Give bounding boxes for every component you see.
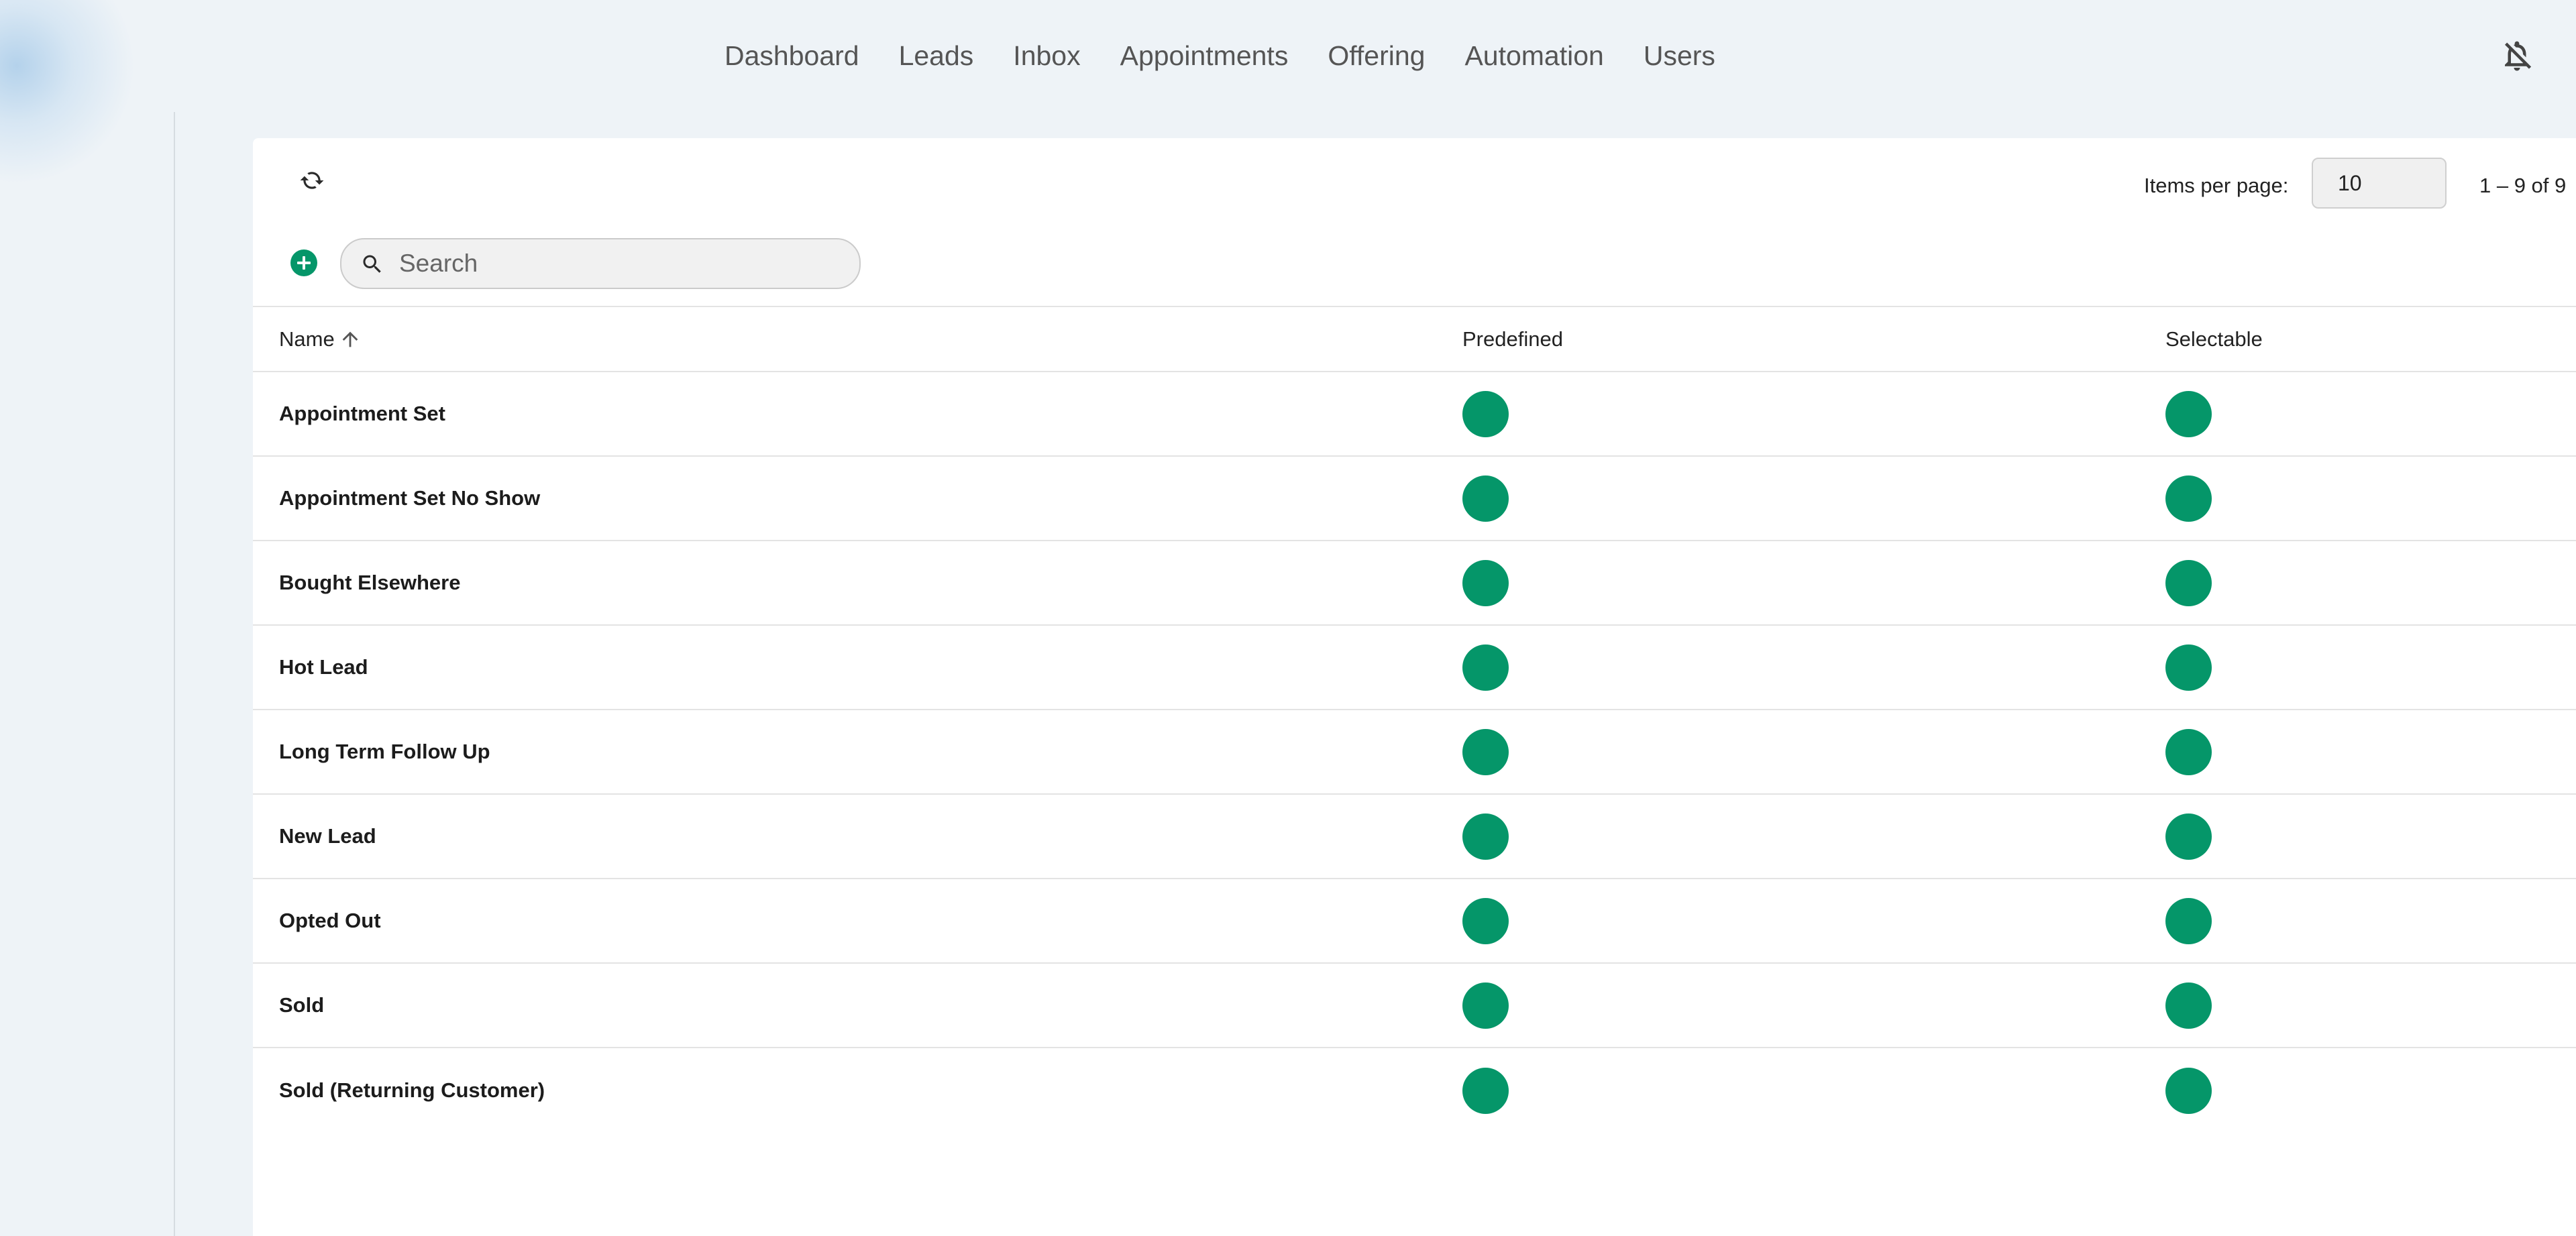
selectable-indicator <box>2165 559 2212 606</box>
selectable-cell <box>2139 813 2576 860</box>
row-name: Appointment Set <box>279 402 445 425</box>
table-row[interactable]: Appointment Set <box>253 372 2576 457</box>
selectable-indicator <box>2165 644 2212 691</box>
nav-item-inbox[interactable]: Inbox <box>1013 39 1080 72</box>
status-table: Name Predefined Selectable Appointment S… <box>253 306 2576 1133</box>
predefined-indicator <box>1462 813 1509 860</box>
predefined-cell <box>1436 728 2139 775</box>
selectable-cell <box>2139 559 2576 606</box>
nav-item-automation[interactable]: Automation <box>1464 39 1603 72</box>
search-input[interactable] <box>399 239 842 288</box>
predefined-cell <box>1436 644 2139 691</box>
items-per-page-label: Items per page: <box>2144 174 2289 197</box>
selectable-indicator <box>2165 1067 2212 1114</box>
predefined-cell <box>1436 475 2139 522</box>
selectable-indicator <box>2165 728 2212 775</box>
nav-item-dashboard[interactable]: Dashboard <box>724 39 859 72</box>
predefined-cell <box>1436 559 2139 606</box>
predefined-indicator <box>1462 644 1509 691</box>
predefined-indicator <box>1462 897 1509 944</box>
selectable-indicator <box>2165 813 2212 860</box>
refresh-button[interactable] <box>292 160 332 201</box>
background-glow <box>0 0 151 200</box>
nav-item-offering[interactable]: Offering <box>1328 39 1425 72</box>
table-row[interactable]: Sold (Returning Customer) <box>253 1048 2576 1133</box>
arrow-up-icon <box>339 328 362 351</box>
add-circle-icon <box>290 249 317 276</box>
table-row[interactable]: Sold <box>253 964 2576 1048</box>
pagination-range-label: 1 – 9 of 9 <box>2479 174 2567 197</box>
table-header: Name Predefined Selectable <box>253 306 2576 372</box>
selectable-cell <box>2139 982 2576 1029</box>
sidebar-divider <box>174 112 175 1236</box>
top-navigation: Dashboard Leads Inbox Appointments Offer… <box>724 39 1715 72</box>
selectable-indicator <box>2165 897 2212 944</box>
table-row[interactable]: Opted Out <box>253 879 2576 964</box>
items-per-page-value: 10 <box>2338 171 2362 195</box>
predefined-cell <box>1436 390 2139 437</box>
column-header-predefined[interactable]: Predefined <box>1436 327 2139 351</box>
table-row[interactable]: Bought Elsewhere <box>253 541 2576 626</box>
selectable-cell <box>2139 1067 2576 1114</box>
column-header-name-label: Name <box>279 327 335 351</box>
predefined-cell <box>1436 1067 2139 1114</box>
predefined-indicator <box>1462 1067 1509 1114</box>
selectable-indicator <box>2165 390 2212 437</box>
predefined-cell <box>1436 897 2139 944</box>
column-header-name[interactable]: Name <box>253 327 1436 351</box>
table-row[interactable]: Hot Lead <box>253 626 2576 710</box>
table-row[interactable]: Long Term Follow Up <box>253 710 2576 795</box>
row-name: Bought Elsewhere <box>279 571 461 594</box>
content-card: Items per page: 10 1 – 9 of 9 Name Prede… <box>253 138 2576 1236</box>
row-name: Hot Lead <box>279 655 368 679</box>
row-name: Sold <box>279 993 325 1017</box>
selectable-cell <box>2139 390 2576 437</box>
column-header-selectable-label: Selectable <box>2165 327 2263 351</box>
selectable-cell <box>2139 728 2576 775</box>
nav-item-users[interactable]: Users <box>1644 39 1715 72</box>
predefined-indicator <box>1462 728 1509 775</box>
items-per-page-select[interactable]: 10 <box>2312 158 2447 209</box>
selectable-indicator <box>2165 982 2212 1029</box>
predefined-indicator <box>1462 982 1509 1029</box>
row-name: Long Term Follow Up <box>279 740 490 763</box>
selectable-cell <box>2139 644 2576 691</box>
column-header-selectable[interactable]: Selectable <box>2139 327 2576 351</box>
selectable-cell <box>2139 897 2576 944</box>
row-name: Sold (Returning Customer) <box>279 1078 545 1102</box>
row-name: Opted Out <box>279 909 381 932</box>
notifications-off-icon <box>2505 41 2532 71</box>
row-name: Appointment Set No Show <box>279 486 541 510</box>
table-row[interactable]: New Lead <box>253 795 2576 879</box>
predefined-cell <box>1436 813 2139 860</box>
nav-item-leads[interactable]: Leads <box>899 39 974 72</box>
predefined-indicator <box>1462 390 1509 437</box>
selectable-cell <box>2139 475 2576 522</box>
selectable-indicator <box>2165 475 2212 522</box>
predefined-indicator <box>1462 475 1509 522</box>
column-header-predefined-label: Predefined <box>1462 327 1563 351</box>
table-row[interactable]: Appointment Set No Show <box>253 457 2576 541</box>
search-icon <box>360 252 384 276</box>
notifications-button[interactable] <box>2497 36 2537 76</box>
nav-item-appointments[interactable]: Appointments <box>1120 39 1289 72</box>
refresh-icon <box>300 172 324 189</box>
row-name: New Lead <box>279 824 376 848</box>
add-button[interactable] <box>290 249 318 277</box>
predefined-cell <box>1436 982 2139 1029</box>
search-box[interactable] <box>340 238 861 289</box>
predefined-indicator <box>1462 559 1509 606</box>
